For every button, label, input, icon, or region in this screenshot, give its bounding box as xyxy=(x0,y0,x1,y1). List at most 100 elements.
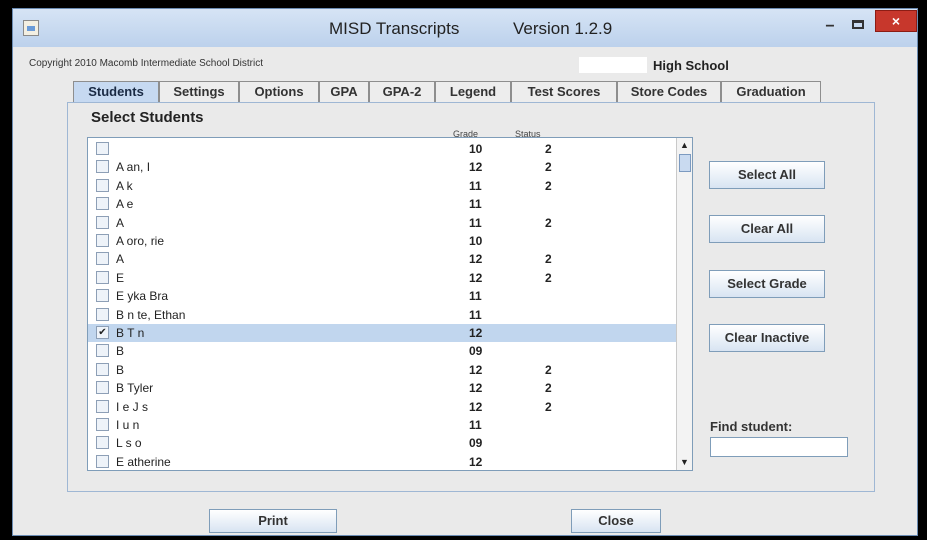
find-student-input[interactable] xyxy=(710,437,848,457)
student-row[interactable]: L s o 09 xyxy=(88,434,676,452)
student-checkbox[interactable] xyxy=(96,399,109,413)
tab-options[interactable]: Options xyxy=(239,81,319,102)
print-button[interactable]: Print xyxy=(209,509,337,533)
student-list[interactable]: E atherine 12 L s o 09 I u n 11 I e J s 12 2 B Ty… xyxy=(87,137,693,471)
close-window-icon[interactable]: × xyxy=(875,10,917,32)
tab-graduation[interactable]: Graduation xyxy=(721,81,821,102)
student-row[interactable]: ✔ B T n 12 xyxy=(88,324,676,342)
student-row[interactable]: A e 11 xyxy=(88,195,676,213)
student-name: A an, I xyxy=(116,160,151,175)
student-checkbox[interactable] xyxy=(96,142,109,155)
student-checkbox[interactable] xyxy=(96,252,109,266)
student-name: E xyxy=(116,270,125,285)
student-checkbox[interactable] xyxy=(96,289,109,303)
student-row[interactable]: I u n 11 xyxy=(88,416,676,434)
student-checkbox[interactable] xyxy=(96,381,109,395)
java-app-icon xyxy=(23,20,39,36)
student-checkbox[interactable] xyxy=(96,178,109,192)
student-name: B n te, Ethan xyxy=(116,307,186,322)
title-bar[interactable]: MISD Transcripts Version 1.2.9 − × xyxy=(13,9,917,47)
student-checkbox[interactable] xyxy=(96,215,109,229)
clear-inactive-button[interactable]: Clear Inactive xyxy=(709,324,825,352)
tab-students[interactable]: Students xyxy=(73,81,159,102)
student-name: I e J s xyxy=(116,399,149,414)
scroll-down-icon[interactable]: ▼ xyxy=(677,455,692,470)
student-checkbox[interactable] xyxy=(96,436,109,450)
scroll-thumb[interactable] xyxy=(679,154,691,172)
scroll-up-icon[interactable]: ▲ xyxy=(677,138,692,153)
student-name: I u n xyxy=(116,418,140,432)
tab-gpa[interactable]: GPA xyxy=(319,81,369,102)
student-row[interactable]: A 11 2 xyxy=(88,214,676,232)
student-checkbox[interactable] xyxy=(96,362,109,376)
student-row[interactable]: B Tyler 12 2 xyxy=(88,379,676,397)
student-name: B xyxy=(116,344,125,359)
student-grade: 11 xyxy=(469,215,482,230)
window-version: Version 1.2.9 xyxy=(513,19,613,38)
student-status: 2 xyxy=(545,215,552,230)
student-grade: 12 xyxy=(469,454,483,469)
student-row[interactable]: E 12 2 xyxy=(88,269,676,287)
student-name: B T n xyxy=(116,326,145,340)
student-checkbox[interactable] xyxy=(96,418,109,431)
maximize-icon[interactable] xyxy=(848,18,870,36)
student-row[interactable]: I e J s 12 2 xyxy=(88,398,676,416)
student-grade: 12 xyxy=(469,362,483,377)
student-name: A k xyxy=(116,178,133,193)
student-row[interactable]: B n te, Ethan 11 xyxy=(88,306,676,324)
student-name: B xyxy=(116,362,125,377)
student-name: E atherine xyxy=(116,454,171,469)
student-row[interactable]: A an, I 12 2 xyxy=(88,158,676,176)
student-grade: 12 xyxy=(469,399,483,414)
tab-legend[interactable]: Legend xyxy=(435,81,511,102)
student-name: L s o xyxy=(116,436,142,451)
tab-test-scores[interactable]: Test Scores xyxy=(511,81,617,102)
find-student-label: Find student: xyxy=(710,419,793,434)
student-checkbox[interactable] xyxy=(96,160,109,174)
student-checkbox[interactable]: ✔ xyxy=(96,326,109,339)
student-name: A oro, rie xyxy=(116,234,165,248)
select-all-button[interactable]: Select All xyxy=(709,161,825,189)
school-name-field xyxy=(579,57,647,73)
tab-settings[interactable]: Settings xyxy=(159,81,239,102)
student-checkbox[interactable] xyxy=(96,344,109,358)
window-title: MISD Transcripts xyxy=(329,19,460,38)
student-row[interactable]: 10 2 xyxy=(88,140,676,158)
app-window: MISD Transcripts Version 1.2.9 − × Copyr… xyxy=(12,8,918,536)
list-scrollbar[interactable]: ▲ ▼ xyxy=(676,138,692,470)
student-status: 2 xyxy=(545,142,552,156)
close-button[interactable]: Close xyxy=(571,509,661,533)
school-label: High School xyxy=(653,58,729,73)
tab-store-codes[interactable]: Store Codes xyxy=(617,81,721,102)
student-row[interactable]: A oro, rie 10 xyxy=(88,232,676,250)
student-grade: 10 xyxy=(469,142,483,156)
student-grade: 09 xyxy=(469,344,483,359)
student-checkbox[interactable] xyxy=(96,234,109,247)
tab-gpa-2[interactable]: GPA-2 xyxy=(369,81,435,102)
student-row[interactable]: A k 11 2 xyxy=(88,177,676,195)
student-row[interactable]: E yka Bra 11 xyxy=(88,287,676,305)
student-status: 2 xyxy=(545,362,552,377)
student-row[interactable]: E atherine 12 xyxy=(88,453,676,470)
copyright-text: Copyright 2010 Macomb Intermediate Schoo… xyxy=(29,58,263,69)
student-status: 2 xyxy=(545,252,552,267)
select-grade-button[interactable]: Select Grade xyxy=(709,270,825,298)
student-status: 2 xyxy=(545,160,552,175)
student-grade: 12 xyxy=(469,160,483,175)
minimize-icon[interactable]: − xyxy=(819,17,841,39)
student-row[interactable]: A 12 2 xyxy=(88,250,676,268)
student-name: A xyxy=(116,252,125,267)
student-row[interactable]: B 12 2 xyxy=(88,361,676,379)
student-grade: 11 xyxy=(469,197,482,212)
student-status: 2 xyxy=(545,270,552,285)
student-grade: 10 xyxy=(469,234,483,248)
clear-all-button[interactable]: Clear All xyxy=(709,215,825,243)
student-checkbox[interactable] xyxy=(96,454,109,468)
student-checkbox[interactable] xyxy=(96,197,109,211)
student-status: 2 xyxy=(545,399,552,414)
student-checkbox[interactable] xyxy=(96,307,109,321)
student-row[interactable]: B 09 xyxy=(88,342,676,360)
student-checkbox[interactable] xyxy=(96,270,109,284)
student-grade: 09 xyxy=(469,436,483,451)
student-grade: 12 xyxy=(469,252,483,267)
